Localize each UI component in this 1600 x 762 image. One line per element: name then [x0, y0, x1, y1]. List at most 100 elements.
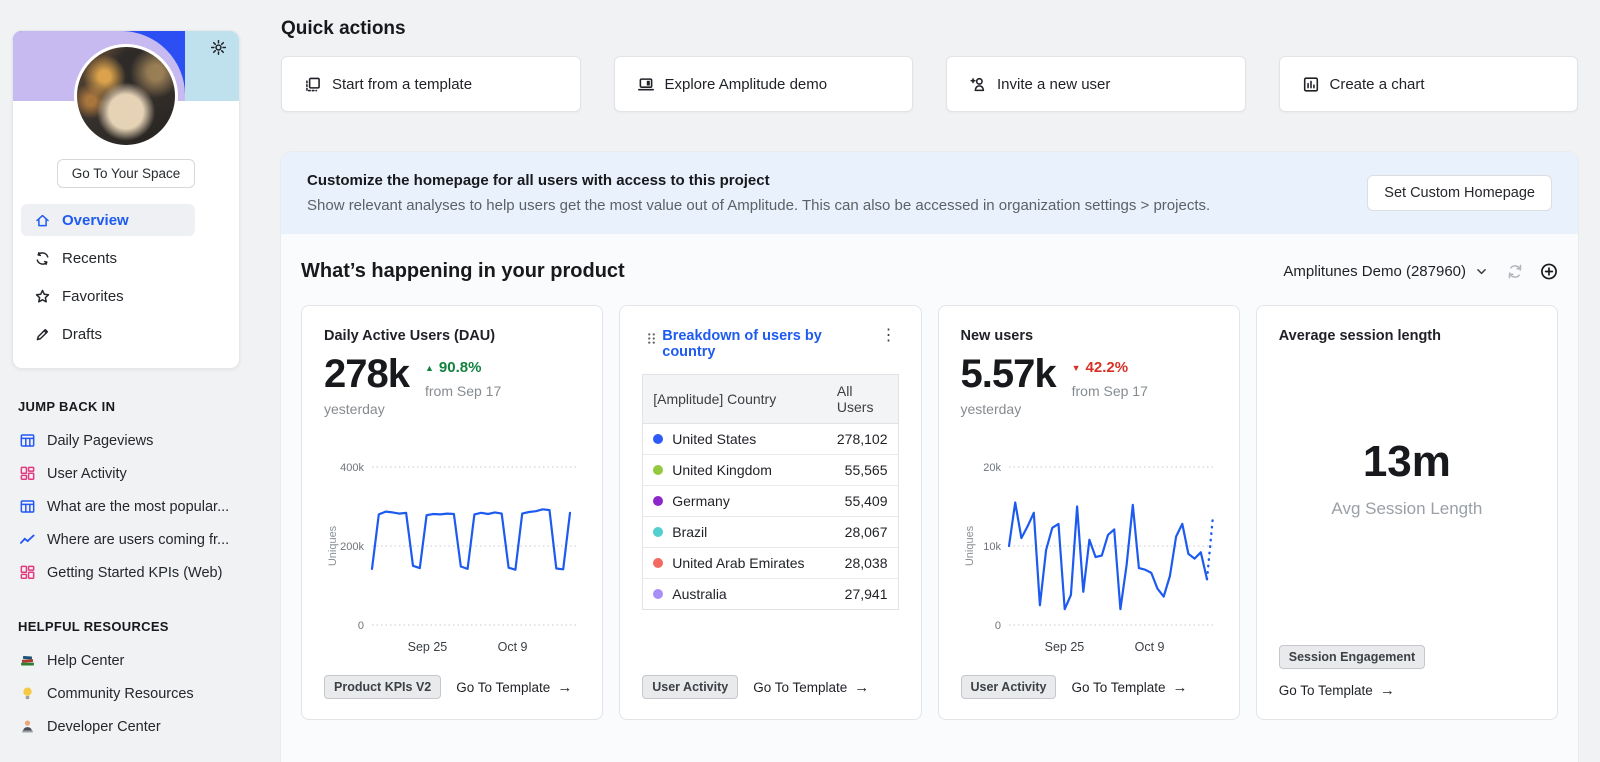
section-header: What’s happening in your product Amplitu…: [301, 260, 1558, 283]
table-icon: [18, 498, 36, 516]
dau-go-to-template-link[interactable]: Go To Template →: [456, 679, 572, 696]
helpful-resource-item[interactable]: Help Center: [18, 644, 272, 677]
sidebar: Go To Your Space Overview Recents Favori…: [0, 0, 272, 762]
country-table-row[interactable]: United Kingdom 55,565: [642, 454, 898, 486]
quick-action-label: Start from a template: [332, 75, 473, 93]
jump-back-in-item[interactable]: What are the most popular...: [18, 490, 272, 523]
country-table: [Amplitude] Country All Users United Sta…: [642, 374, 899, 610]
quick-action-label: Explore Amplitude demo: [664, 75, 828, 93]
jump-back-in-item[interactable]: Where are users coming fr...: [18, 523, 272, 556]
new-users-template-tag[interactable]: User Activity: [960, 675, 1057, 699]
breakdown-card: Breakdown of users by country ⋮ [Amplitu…: [619, 305, 922, 720]
jump-back-in-heading: JUMP BACK IN: [18, 399, 116, 414]
books-icon: [18, 652, 36, 670]
sidebar-nav-item[interactable]: Overview: [21, 204, 195, 236]
country-table-row[interactable]: United States 278,102: [642, 423, 898, 455]
all-users-column-header: All Users: [826, 374, 898, 424]
helpful-resources-heading: HELPFUL RESOURCES: [18, 619, 169, 634]
dashboard-icon: [18, 465, 36, 483]
project-selector[interactable]: Amplitunes Demo (287960): [1283, 263, 1490, 281]
triangle-down-icon: ▼: [1071, 362, 1081, 373]
sidebar-nav-item[interactable]: Recents: [21, 242, 195, 274]
country-table-row[interactable]: Australia 27,941: [643, 579, 898, 610]
country-name: United States: [672, 431, 757, 447]
new-users-value-caption: yesterday: [960, 401, 1022, 417]
refresh-icon[interactable]: [1506, 263, 1524, 281]
country-table-row[interactable]: Germany 55,409: [642, 485, 898, 517]
country-table-row[interactable]: United Arab Emirates 28,038: [642, 547, 898, 579]
series-color-dot: [653, 496, 664, 506]
country-name: United Arab Emirates: [672, 555, 805, 571]
dau-line-chart: 400k 200k 0 Uniques Sep 25 Oct 9: [324, 451, 580, 661]
avatar[interactable]: [74, 44, 178, 148]
quick-action-label: Invite a new user: [997, 75, 1111, 93]
helpful-resource-label: Developer Center: [47, 718, 161, 735]
template-icon: [304, 75, 322, 93]
breakdown-card-title[interactable]: Breakdown of users by country: [662, 328, 876, 360]
kebab-menu-icon[interactable]: ⋮: [879, 328, 899, 344]
quick-actions-row: Start from a template Explore Amplitude …: [281, 56, 1578, 112]
sidebar-nav-item[interactable]: Favorites: [21, 280, 195, 312]
main-content: Quick actions Start from a template Expl…: [272, 0, 1600, 762]
country-table-row[interactable]: Brazil 28,067: [642, 516, 898, 548]
dau-template-tag[interactable]: Product KPIs V2: [324, 675, 442, 699]
svg-text:0: 0: [358, 620, 364, 632]
session-length-value: 13m: [1362, 436, 1451, 486]
series-color-dot: [653, 465, 664, 475]
svg-text:0: 0: [994, 620, 1000, 632]
jump-back-in-item[interactable]: Getting Started KPIs (Web): [18, 556, 272, 589]
jump-back-in-label: Where are users coming fr...: [47, 531, 230, 548]
quick-action-button[interactable]: Start from a template: [281, 56, 581, 112]
dau-value: 278k: [324, 352, 410, 396]
session-go-to-template-link[interactable]: Go To Template →: [1279, 682, 1395, 699]
country-value: 28,067: [826, 516, 898, 548]
jump-back-in-label: Getting Started KPIs (Web): [47, 564, 223, 581]
session-length-caption: Avg Session Length: [1331, 498, 1483, 518]
refresh-icon: [33, 249, 51, 267]
quick-action-button[interactable]: Explore Amplitude demo: [613, 56, 913, 112]
sidebar-nav-label: Overview: [62, 211, 129, 229]
svg-text:Uniques: Uniques: [964, 525, 976, 566]
jump-back-in-item[interactable]: Daily Pageviews: [18, 424, 272, 457]
arrow-right-icon: →: [854, 678, 870, 696]
sidebar-nav-label: Drafts: [62, 325, 103, 343]
helpful-resource-item[interactable]: Developer Center: [18, 710, 272, 743]
line-chart-icon: [18, 531, 36, 549]
helpful-resource-item[interactable]: Community Resources: [18, 677, 272, 710]
go-to-your-space-button[interactable]: Go To Your Space: [56, 159, 196, 188]
new-users-delta: ▼ 42.2%: [1071, 359, 1129, 376]
new-users-card: New users 5.57k yesterday ▼ 42.2% from S…: [937, 305, 1240, 720]
bar-chart-icon: [1302, 75, 1320, 93]
sidebar-nav-item[interactable]: Drafts: [21, 318, 195, 350]
table-icon: [18, 432, 36, 450]
country-value: 27,941: [844, 586, 888, 602]
add-card-icon[interactable]: [1540, 263, 1558, 281]
sidebar-nav-label: Favorites: [62, 287, 124, 305]
svg-text:20k: 20k: [983, 462, 1001, 474]
country-value: 55,565: [826, 454, 898, 486]
cards-row: Daily Active Users (DAU) 278k yesterday …: [301, 305, 1558, 720]
banner-subtitle: Show relevant analyses to help users get…: [307, 197, 1211, 214]
drag-handle-icon[interactable]: [642, 329, 660, 347]
home-icon: [33, 211, 51, 229]
helpful-resources-section: HELPFUL RESOURCES Help Center Community …: [18, 619, 272, 743]
new-users-value: 5.57k: [960, 352, 1057, 396]
session-template-tag[interactable]: Session Engagement: [1278, 645, 1426, 669]
quick-action-button[interactable]: Invite a new user: [946, 56, 1246, 112]
svg-text:400k: 400k: [340, 462, 364, 474]
jump-back-in-item[interactable]: User Activity: [18, 457, 272, 490]
home-panel: Customize the homepage for all users wit…: [281, 152, 1578, 762]
breakdown-template-tag[interactable]: User Activity: [642, 675, 739, 699]
invite-user-icon: [969, 75, 987, 93]
breakdown-go-to-template-link[interactable]: Go To Template →: [753, 679, 869, 696]
customize-banner: Customize the homepage for all users wit…: [281, 152, 1578, 234]
country-name: United Kingdom: [672, 462, 772, 478]
settings-gear-icon[interactable]: [209, 38, 227, 56]
jump-back-in-label: What are the most popular...: [47, 498, 230, 515]
set-custom-homepage-button[interactable]: Set Custom Homepage: [1367, 175, 1552, 211]
svg-text:10k: 10k: [983, 541, 1001, 553]
arrow-right-icon: →: [1172, 678, 1188, 696]
new-users-go-to-template-link[interactable]: Go To Template →: [1071, 679, 1187, 696]
quick-action-button[interactable]: Create a chart: [1278, 56, 1578, 112]
star-icon: [33, 287, 51, 305]
